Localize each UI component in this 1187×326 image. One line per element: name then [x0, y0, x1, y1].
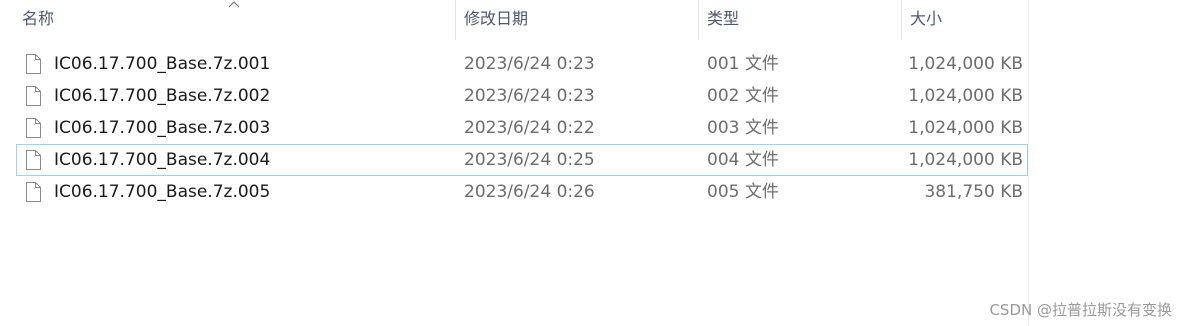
file-type: 001 文件: [707, 54, 779, 74]
file-type: 003 文件: [707, 118, 779, 138]
file-size: 1,024,000 KB: [908, 118, 1023, 138]
column-header-date-modified[interactable]: 修改日期: [456, 0, 698, 40]
file-list: IC06.17.700_Base.7z.001 2023/6/24 0:23 001…: [16, 48, 1028, 208]
file-row[interactable]: IC06.17.700_Base.7z.001 2023/6/24 0:23 001…: [16, 48, 1028, 80]
pane-right-edge: [1028, 0, 1029, 326]
document-icon: [26, 150, 41, 170]
file-row[interactable]: IC06.17.700_Base.7z.002 2023/6/24 0:23 002…: [16, 80, 1028, 112]
file-size: 1,024,000 KB: [908, 150, 1023, 170]
file-name[interactable]: IC06.17.700_Base.7z.001: [54, 49, 270, 79]
file-row[interactable]: IC06.17.700_Base.7z.003 2023/6/24 0:22 003…: [16, 112, 1028, 144]
file-date-modified: 2023/6/24 0:22: [464, 118, 595, 138]
column-header-type[interactable]: 类型: [699, 0, 901, 40]
file-name[interactable]: IC06.17.700_Base.7z.003: [54, 113, 270, 143]
file-date-modified: 2023/6/24 0:23: [464, 54, 595, 74]
file-date-modified: 2023/6/24 0:26: [464, 182, 595, 202]
file-name[interactable]: IC06.17.700_Base.7z.004: [54, 145, 270, 175]
file-row[interactable]: IC06.17.700_Base.7z.005 2023/6/24 0:26 005…: [16, 176, 1028, 208]
file-type: 004 文件: [707, 150, 779, 170]
file-type: 005 文件: [707, 182, 779, 202]
column-header-name[interactable]: 名称: [14, 0, 454, 40]
file-type: 002 文件: [707, 86, 779, 106]
column-header-bar: 名称 修改日期 类型 大小: [0, 0, 1028, 40]
file-size: 381,750 KB: [924, 182, 1023, 202]
file-name[interactable]: IC06.17.700_Base.7z.005: [54, 177, 270, 207]
file-row[interactable]: IC06.17.700_Base.7z.004 2023/6/24 0:25 004…: [16, 144, 1028, 176]
document-icon: [26, 86, 41, 106]
document-icon: [26, 182, 41, 202]
file-size: 1,024,000 KB: [908, 86, 1023, 106]
file-size: 1,024,000 KB: [908, 54, 1023, 74]
watermark: CSDN @拉普拉斯没有变换: [989, 301, 1172, 319]
file-name[interactable]: IC06.17.700_Base.7z.002: [54, 81, 270, 111]
document-icon: [26, 54, 41, 74]
column-header-size[interactable]: 大小: [902, 0, 1028, 40]
document-icon: [26, 118, 41, 138]
file-date-modified: 2023/6/24 0:23: [464, 86, 595, 106]
file-date-modified: 2023/6/24 0:25: [464, 150, 595, 170]
